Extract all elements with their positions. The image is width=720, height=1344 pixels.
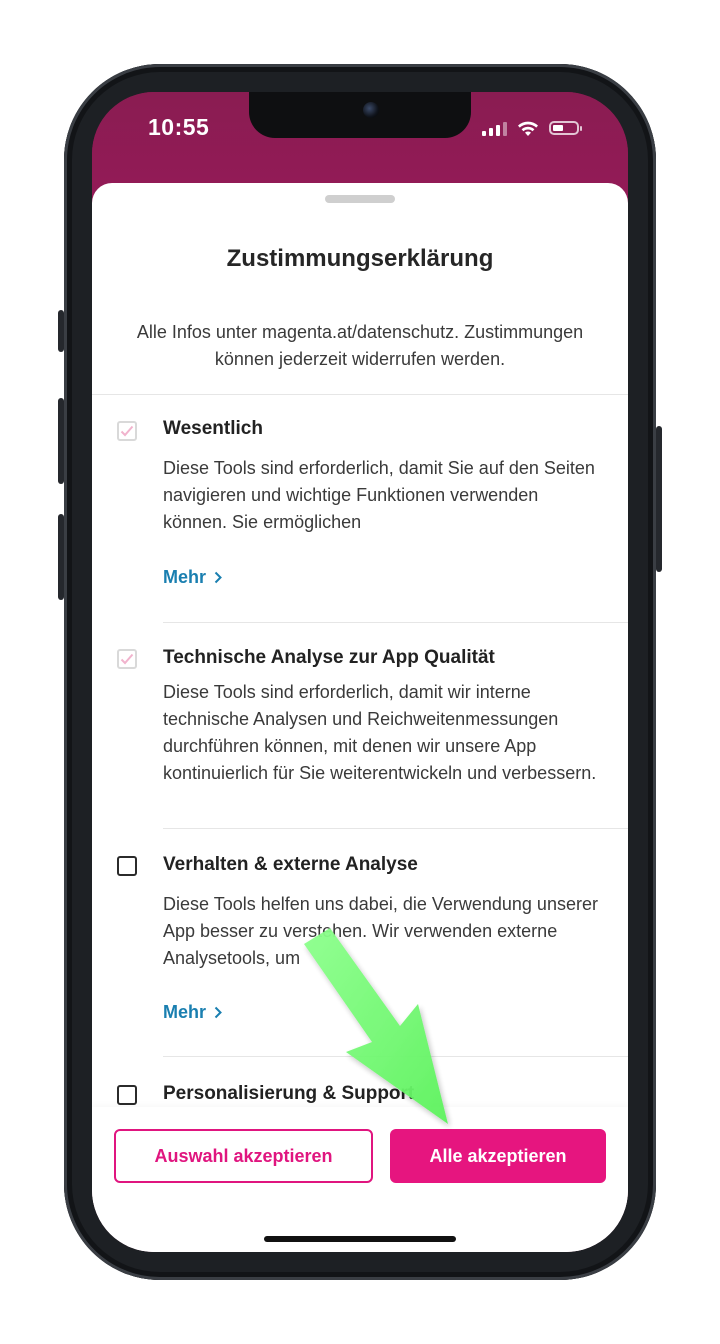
checkbox-personalization[interactable] [117, 1085, 137, 1105]
status-time: 10:55 [148, 114, 210, 140]
sheet-grabber[interactable] [325, 195, 395, 203]
home-indicator[interactable] [264, 1236, 456, 1242]
more-link[interactable]: Mehr [163, 1002, 222, 1023]
volume-up-button [58, 398, 64, 484]
more-link-label: Mehr [163, 1002, 207, 1022]
section-text: Diese Tools helfen uns dabei, die Verwen… [163, 894, 598, 968]
screen: 10:55 Zustimmungserklärung Alle Infos un… [92, 92, 628, 1252]
divider [163, 828, 628, 829]
mute-switch [58, 310, 64, 352]
volume-down-button [58, 514, 64, 600]
battery-icon [549, 121, 582, 135]
sheet-title: Zustimmungserklärung [226, 245, 494, 272]
consent-sheet: Zustimmungserklärung Alle Infos unter ma… [92, 183, 628, 1252]
status-icons [482, 116, 582, 140]
checkmark-icon [120, 425, 134, 437]
more-link-label: Mehr [163, 567, 207, 587]
section-text: Diese Tools sind erforderlich, damit Sie… [163, 458, 595, 532]
section-title: Personalisierung & Support [163, 1083, 415, 1104]
chevron-right-icon [214, 1006, 222, 1019]
checkbox-essential[interactable] [117, 421, 137, 441]
power-button [656, 426, 662, 572]
chevron-right-icon [214, 571, 222, 584]
sheet-footer: Auswahl akzeptieren Alle akzeptieren [92, 1107, 628, 1252]
section-title: Wesentlich [163, 418, 263, 439]
intro-text: Alle Infos unter magenta.at/datenschutz.… [136, 322, 584, 369]
checkbox-technical-analysis[interactable] [117, 649, 137, 669]
notch [249, 92, 471, 138]
accept-selection-button[interactable]: Auswahl akzeptieren [114, 1129, 373, 1183]
accept-all-button[interactable]: Alle akzeptieren [390, 1129, 606, 1183]
section-title: Technische Analyse zur App Qualität [163, 647, 495, 668]
divider [163, 622, 628, 623]
front-camera [363, 102, 379, 118]
divider [163, 1056, 628, 1057]
section-title: Verhalten & externe Analyse [163, 854, 418, 875]
more-link[interactable]: Mehr [163, 567, 222, 588]
wifi-icon [518, 121, 538, 136]
cellular-signal-icon [482, 120, 507, 136]
section-text: Diese Tools sind erforderlich, damit wir… [163, 682, 597, 783]
divider [92, 394, 628, 395]
checkbox-behavior-analysis[interactable] [117, 856, 137, 876]
checkmark-icon [120, 653, 134, 665]
